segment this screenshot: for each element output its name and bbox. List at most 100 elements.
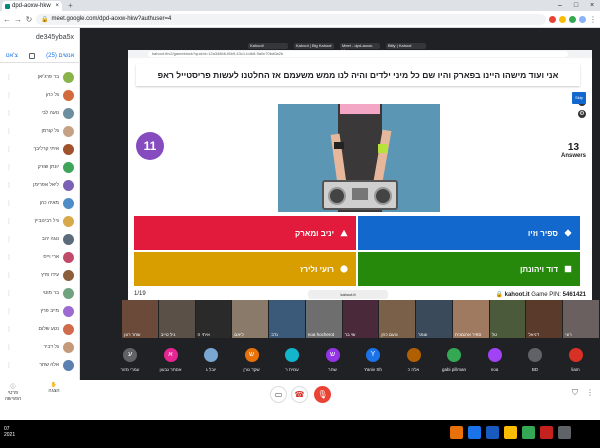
avatar-tile[interactable]: ש שחר — [312, 342, 353, 380]
more-icon[interactable]: ⋮ — [6, 182, 12, 189]
video-tile[interactable]: גיל טייב — [158, 300, 195, 338]
circle-icon — [340, 265, 348, 273]
tab-chat[interactable]: צ'אט — [6, 53, 18, 59]
video-tile[interactable]: דניאל — [526, 300, 563, 338]
meeting-details-button[interactable]: ⓘ פרטי הפגישה — [3, 384, 23, 402]
more-icon[interactable]: ⋮ — [6, 344, 12, 351]
avatar-tile[interactable]: יובל ג — [191, 342, 231, 380]
more-icon[interactable]: ⋮ — [6, 272, 12, 279]
shield-icon[interactable]: ⛉ — [572, 388, 578, 398]
avatar-tile[interactable]: gabi pillman — [434, 342, 474, 380]
video-tile[interactable]: ספיר ארגמנית — [452, 300, 489, 338]
more-icon[interactable]: ⋮ — [6, 236, 12, 243]
video-tile[interactable]: רוני — [563, 300, 599, 338]
back-icon[interactable]: ← — [3, 15, 11, 24]
forward-icon[interactable]: → — [14, 15, 22, 24]
video-tile[interactable]: טל — [489, 300, 526, 338]
video-tile[interactable]: שי בר — [342, 300, 379, 338]
answers-count: 13 — [567, 142, 580, 153]
chrome-icon[interactable] — [522, 426, 535, 439]
more-icon[interactable]: ⋮ — [6, 74, 12, 81]
chat-icon — [28, 53, 35, 59]
close-window-button[interactable]: × — [584, 0, 600, 11]
avatar: א — [163, 348, 178, 362]
hangup-button[interactable]: ☎ — [291, 386, 308, 403]
new-tab-button[interactable]: + — [66, 2, 75, 10]
shared-tab-strip: Kahoot! Kahoot | Big Kahoot Meet - dpd-aox… — [128, 42, 592, 53]
tab-people[interactable]: אנשים (25) — [46, 53, 74, 59]
video-tile[interactable]: שחר רונן — [122, 300, 158, 338]
participant-row[interactable]: ⋮ מייב פרץ — [0, 302, 80, 320]
more-icon[interactable]: ⋮ — [6, 254, 12, 261]
video-tile[interactable]: עומר — [416, 300, 452, 338]
maximize-button[interactable]: □ — [568, 0, 584, 11]
more-icon[interactable]: ⋮ — [6, 92, 12, 99]
participant-row[interactable]: ⋮ נטע שלום — [0, 320, 80, 338]
video-tile[interactable]: noa hocherot — [305, 300, 342, 338]
video-tile[interactable]: ליאם — [232, 300, 269, 338]
video-tile[interactable]: איתי ה — [195, 300, 232, 338]
participant-row[interactable]: ⋮ נועה לבי — [0, 104, 80, 122]
participant-row[interactable]: ⋮ איתי קרליבך — [0, 140, 80, 158]
video-tile[interactable]: נועם כהן — [379, 300, 416, 338]
avatar-tile[interactable]: Y Yaniv Sh — [353, 342, 393, 380]
tile-name: נועם כהן — [381, 332, 398, 337]
participant-row[interactable]: ⋮ גל כהן — [0, 86, 80, 104]
avatar-tile[interactable]: עמית ר — [272, 342, 312, 380]
tab-strip: dpd-aoxw-hkw × + – □ × — [0, 0, 600, 11]
participant-row[interactable]: ⋮ בר פרג'יאן — [0, 68, 80, 86]
avatar-tile[interactable]: אלה כ — [393, 342, 434, 380]
avatar-tile[interactable]: ע עמרי מזור — [110, 342, 150, 380]
reload-icon[interactable]: ↻ — [25, 15, 33, 24]
extension-icon[interactable] — [549, 15, 556, 23]
participant-row[interactable]: ⋮ יונתן שורק — [0, 158, 80, 176]
browser-tab[interactable]: dpd-aoxw-hkw × — [2, 1, 62, 11]
participant-row[interactable]: ⋮ בר מוטי — [0, 284, 80, 302]
avatar-tile[interactable]: ש שקד גורן — [231, 342, 272, 380]
settings-icon[interactable]: ⚙ — [578, 110, 586, 118]
app-icon[interactable] — [450, 426, 463, 439]
app-icon[interactable] — [540, 426, 553, 439]
word-icon[interactable] — [486, 426, 499, 439]
more-icon[interactable]: ⋮ — [6, 146, 12, 153]
more-icon[interactable]: ⋮ — [6, 128, 12, 135]
more-icon[interactable]: ⋮ — [6, 362, 12, 369]
menu-kebab-icon[interactable]: ⋮ — [589, 15, 597, 24]
participant-row[interactable]: ⋮ עידו פרץ — [0, 266, 80, 284]
app-icon[interactable] — [558, 426, 571, 439]
more-icon[interactable]: ⋮ — [6, 200, 12, 207]
participant-row[interactable]: ⋮ ארי וייס — [0, 248, 80, 266]
participant-row[interactable]: ⋮ מאיה כהן — [0, 194, 80, 212]
avatar-tile[interactable]: BD — [515, 342, 555, 380]
tab-close-icon[interactable]: × — [55, 3, 59, 9]
participant-row[interactable]: ⋮ גיל רבינוביץ — [0, 212, 80, 230]
more-icon[interactable]: ⋮ — [6, 218, 12, 225]
participant-row[interactable]: ⋮ גל קורמן — [0, 122, 80, 140]
participant-row[interactable]: ⋮ ליאל אפרימן — [0, 176, 80, 194]
more-icon[interactable]: ⋮ — [6, 326, 12, 333]
avatar-tile[interactable]: א אסתר גבעון — [150, 342, 191, 380]
mic-button[interactable]: 🎙 — [314, 386, 331, 403]
skip-button[interactable]: Skip — [572, 92, 586, 104]
minimize-button[interactable]: – — [552, 0, 568, 11]
avatar-tile[interactable]: noa — [474, 342, 515, 380]
participant-row[interactable]: ⋮ נוגה יהב — [0, 230, 80, 248]
participant-row[interactable]: ⋮ גל דביר — [0, 338, 80, 356]
more-icon[interactable]: ⋮ — [6, 290, 12, 297]
more-icon[interactable]: ⋮ — [6, 164, 12, 171]
extension-icon[interactable] — [559, 15, 566, 23]
extension-icon[interactable] — [569, 15, 576, 23]
folder-icon[interactable] — [504, 426, 517, 439]
profile-avatar[interactable] — [579, 15, 586, 23]
participant-row[interactable]: ⋮ אלה שחר — [0, 356, 80, 374]
present-button[interactable]: ✋ הצגה — [42, 382, 66, 394]
avatar-tile[interactable]: liam — [555, 342, 596, 380]
question-counter: 1/19 — [134, 291, 146, 297]
address-bar[interactable]: 🔒 meet.google.com/dpd-aoxw-hkw?authuser=… — [36, 13, 546, 25]
app-icon[interactable] — [468, 426, 481, 439]
more-icon[interactable]: ⋮ — [6, 110, 12, 117]
video-tile[interactable]: נדב — [269, 300, 305, 338]
camera-button[interactable]: ▭ — [270, 386, 287, 403]
more-options-icon[interactable]: ⋮ — [586, 388, 594, 398]
more-icon[interactable]: ⋮ — [6, 308, 12, 315]
